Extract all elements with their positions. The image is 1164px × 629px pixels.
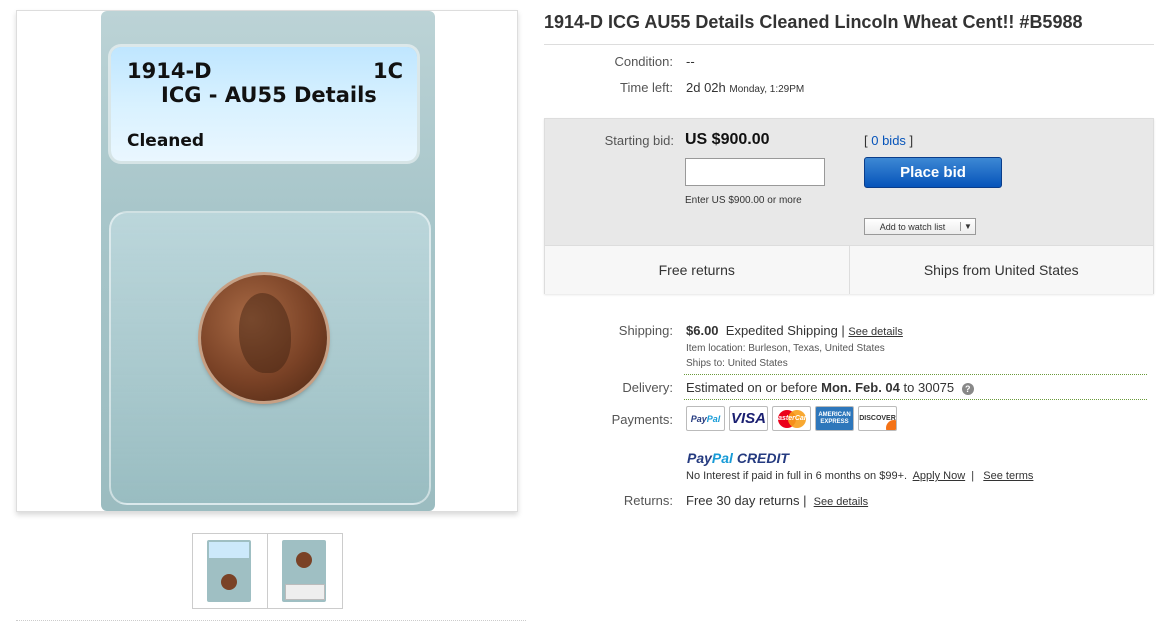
watch-list-label[interactable]: Add to watch list [865,222,960,232]
thumbnail-1[interactable] [192,533,268,609]
coin-portrait [239,293,291,373]
shipping-price: $6.00 [686,323,719,338]
returns-policy: Free 30 day returns [686,493,800,508]
thumbnail-slab-reverse [282,540,326,602]
delivery-zip: 30075 [917,380,955,395]
bid-count-link[interactable]: 0 bids [871,133,906,148]
listing-title: 1914-D ICG AU55 Details Cleaned Lincoln … [544,12,1083,32]
ships-to: Ships to: United States [686,358,788,369]
paypal-credit-logo-icon: PayPal CREDIT [687,450,789,466]
slab-label-note: Cleaned [127,131,205,151]
delivery-date: Mon. Feb. 04 [821,380,900,395]
returns-value: Free 30 day returns | See details [686,493,869,508]
condition-label: Condition: [614,54,673,69]
paypal-credit-text: No Interest if paid in full in 6 months … [686,470,908,482]
see-terms-link[interactable]: See terms [983,470,1033,482]
condition-value: -- [686,54,695,69]
feature-free-returns: Free returns [658,262,735,278]
delivery-value: Estimated on or before Mon. Feb. 04 to 3… [686,380,974,395]
delivery-to: to [903,380,915,395]
bid-amount-input[interactable] [685,158,825,186]
slab-label-date: 1914-D [127,59,212,83]
thumbnail-2[interactable] [267,533,343,609]
time-left-end: Monday, 1:29PM [729,84,805,95]
bid-hint: Enter US $900.00 or more [685,195,802,206]
time-left-value: 2d 02h [686,80,726,95]
shipping-method: Expedited Shipping [725,323,838,338]
divider [16,620,526,621]
thumbnail-coin [221,574,237,590]
returns-label: Returns: [623,493,673,508]
apply-now-link[interactable]: Apply Now [913,470,966,482]
amex-logo-icon: AMERICAN EXPRESS [815,406,854,431]
paypal-logo-icon: Pay Pal [686,406,725,431]
payment-logos: Pay Pal VISA MasterCard AMERICAN EXPRESS D… [686,406,897,431]
shipping-label: Shipping: [618,323,673,338]
divider [684,399,1147,400]
visa-logo-icon: VISA [729,406,768,431]
bid-panel: Starting bid: US $900.00 Enter US $900.0… [544,118,1154,294]
slab-label-denomination: 1C [372,59,403,83]
slab-label: 1914-D 1C ICG - AU55 Details Cleaned [111,47,417,161]
feature-strip: Free returns Ships from United States [545,245,1153,294]
thumbnail-slab-label [209,542,249,558]
item-location: Item location: Burleson, Texas, United S… [686,343,885,354]
coin-slab: 1914-D 1C ICG - AU55 Details Cleaned [101,11,435,511]
watch-list-button[interactable]: Add to watch list ▼ [864,218,976,235]
bid-count: [ 0 bids ] [864,133,914,148]
place-bid-button[interactable]: Place bid [864,157,1002,188]
delivery-label: Delivery: [622,380,673,395]
time-left-label: Time left: [620,80,673,95]
chevron-down-icon[interactable]: ▼ [960,222,975,231]
payments-label: Payments: [611,412,673,427]
delivery-prefix: Estimated on or before [686,380,818,395]
returns-see-details-link[interactable]: See details [814,496,868,508]
paypal-credit-info: No Interest if paid in full in 6 months … [686,470,1034,482]
discover-logo-icon: DISCOVER [858,406,897,431]
mastercard-logo-icon: MasterCard [772,406,811,431]
feature-ships-from: Ships from United States [848,246,1154,294]
divider [684,374,1147,375]
thumbnail-coin [296,552,312,568]
help-icon[interactable]: ? [961,382,974,395]
starting-bid-label: Starting bid: [604,133,674,148]
main-image[interactable]: 1914-D 1C ICG - AU55 Details Cleaned [16,10,518,512]
thumbnail-barcode [285,584,325,600]
starting-bid-price: US $900.00 [685,131,770,148]
thumbnail-slab [207,540,251,602]
coin [201,275,327,401]
shipping-value: $6.00 Expedited Shipping | See details [686,323,903,338]
title-divider [544,44,1154,45]
slab-label-grade: ICG - AU55 Details [161,83,377,107]
time-left: 2d 02h Monday, 1:29PM [686,80,804,95]
shipping-see-details-link[interactable]: See details [848,326,902,338]
